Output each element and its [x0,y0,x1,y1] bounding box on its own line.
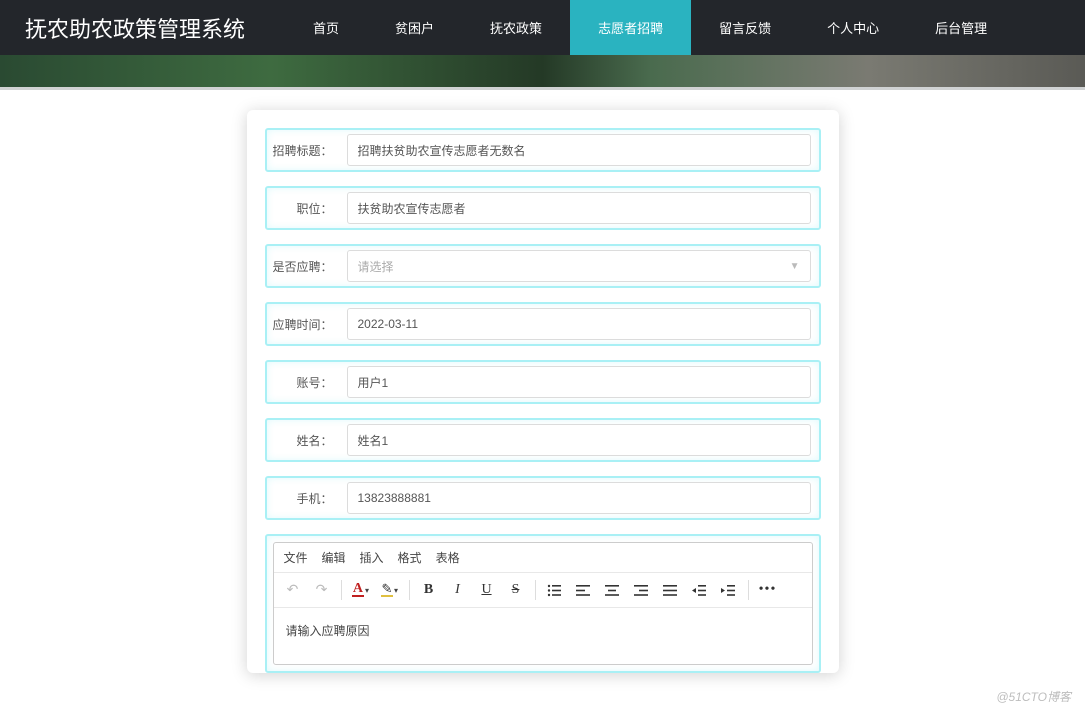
field-apply: 是否应聘： 请选择 ▼ [265,244,821,288]
field-time: 应聘时间： [265,302,821,346]
more-icon[interactable]: ••• [755,577,781,603]
rich-text-editor: 文件 编辑 插入 格式 表格 ↶ ↷ A▾ ✎▾ B I U S [273,542,813,665]
input-time[interactable] [347,308,811,340]
select-apply-placeholder: 请选择 [358,258,394,275]
field-phone: 手机： [265,476,821,520]
top-nav: 抚农助农政策管理系统 首页 贫困户 抚农政策 志愿者招聘 留言反馈 个人中心 后… [0,0,1085,55]
chevron-down-icon: ▼ [790,261,800,272]
menu-insert[interactable]: 插入 [360,549,384,566]
label-title: 招聘标题： [267,142,339,159]
label-phone: 手机： [267,490,339,507]
menu-table[interactable]: 表格 [436,549,460,566]
nav-feedback[interactable]: 留言反馈 [691,0,799,55]
editor-menubar: 文件 编辑 插入 格式 表格 [274,543,812,573]
toolbar-separator [409,580,410,600]
outdent-icon[interactable] [687,577,713,603]
banner-image [0,55,1085,90]
input-phone[interactable] [347,482,811,514]
input-title[interactable] [347,134,811,166]
underline-icon[interactable]: U [474,577,500,603]
undo-icon[interactable]: ↶ [280,577,306,603]
select-apply[interactable]: 请选择 ▼ [347,250,811,282]
toolbar-separator [748,580,749,600]
nav-admin[interactable]: 后台管理 [907,0,1015,55]
field-title: 招聘标题： [265,128,821,172]
menu-edit[interactable]: 编辑 [322,549,346,566]
menu-format[interactable]: 格式 [398,549,422,566]
redo-icon[interactable]: ↷ [309,577,335,603]
highlight-icon[interactable]: ✎▾ [377,577,403,603]
align-justify-icon[interactable] [658,577,684,603]
brand-title: 抚农助农政策管理系统 [25,12,245,44]
field-name: 姓名： [265,418,821,462]
toolbar-separator [535,580,536,600]
indent-icon[interactable] [716,577,742,603]
editor-toolbar: ↶ ↷ A▾ ✎▾ B I U S [274,573,812,608]
watermark: @51CTO博客 [996,688,1071,705]
nav-volunteer-recruit[interactable]: 志愿者招聘 [570,0,691,55]
label-apply: 是否应聘： [267,258,339,275]
nav-profile[interactable]: 个人中心 [799,0,907,55]
input-position[interactable] [347,192,811,224]
input-account[interactable] [347,366,811,398]
menu-file[interactable]: 文件 [284,549,308,566]
font-color-icon[interactable]: A▾ [348,577,374,603]
label-position: 职位： [267,200,339,217]
editor-body[interactable]: 请输入应聘原因 [274,608,812,664]
italic-icon[interactable]: I [445,577,471,603]
nav-items: 首页 贫困户 抚农政策 志愿者招聘 留言反馈 个人中心 后台管理 [285,0,1015,55]
align-left-icon[interactable] [571,577,597,603]
nav-poor-households[interactable]: 贫困户 [367,0,462,55]
label-time: 应聘时间： [267,316,339,333]
bold-icon[interactable]: B [416,577,442,603]
field-account: 账号： [265,360,821,404]
form-card: 招聘标题： 职位： 是否应聘： 请选择 ▼ 应聘时间： 账号： 姓名： 手机： [247,110,839,673]
nav-home[interactable]: 首页 [285,0,367,55]
align-right-icon[interactable] [629,577,655,603]
strikethrough-icon[interactable]: S [503,577,529,603]
input-name[interactable] [347,424,811,456]
label-account: 账号： [267,374,339,391]
bullet-list-icon[interactable] [542,577,568,603]
toolbar-separator [341,580,342,600]
nav-policies[interactable]: 抚农政策 [462,0,570,55]
label-name: 姓名： [267,432,339,449]
field-position: 职位： [265,186,821,230]
align-center-icon[interactable] [600,577,626,603]
field-reason: 文件 编辑 插入 格式 表格 ↶ ↷ A▾ ✎▾ B I U S [265,534,821,673]
